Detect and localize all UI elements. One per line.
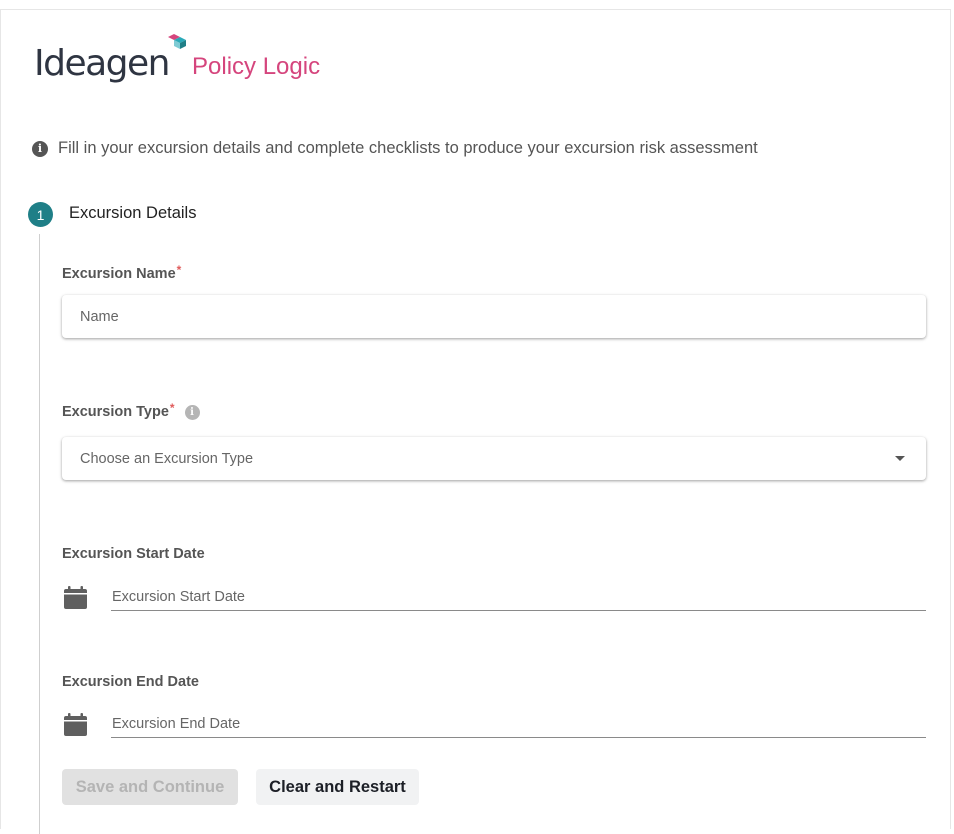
- required-marker: *: [169, 401, 175, 415]
- end-date-input[interactable]: [111, 716, 926, 732]
- excursion-type-label-text: Excursion Type: [62, 404, 169, 420]
- excursion-name-label: Excursion Name *: [62, 263, 182, 282]
- calendar-icon[interactable]: [64, 586, 87, 609]
- stepper-connector: [39, 234, 40, 834]
- excursion-name-field[interactable]: [62, 295, 926, 338]
- intro-message: i Fill in your excursion details and com…: [32, 139, 758, 158]
- excursion-type-select[interactable]: Choose an Excursion Type: [62, 437, 926, 480]
- end-date-label-text: Excursion End Date: [62, 674, 199, 690]
- start-date-label: Excursion Start Date: [62, 546, 205, 562]
- info-circle-icon: i: [32, 140, 48, 157]
- clear-and-restart-button[interactable]: Clear and Restart: [256, 769, 419, 805]
- excursion-name-label-text: Excursion Name: [62, 266, 176, 282]
- save-and-continue-button[interactable]: Save and Continue: [62, 769, 238, 805]
- end-date-field[interactable]: [111, 711, 926, 738]
- caret-down-icon[interactable]: [895, 456, 905, 461]
- step-number-badge: 1: [28, 202, 53, 227]
- start-date-input[interactable]: [111, 589, 926, 605]
- company-name: Ideagen: [34, 43, 171, 84]
- start-date-field[interactable]: [111, 584, 926, 611]
- intro-text: Fill in your excursion details and compl…: [58, 139, 758, 157]
- end-date-label: Excursion End Date: [62, 674, 199, 690]
- required-marker: *: [176, 263, 182, 277]
- excursion-type-label: Excursion Type * i: [62, 401, 200, 420]
- logo-mark-icon: [168, 34, 186, 49]
- info-circle-icon[interactable]: i: [184, 404, 200, 420]
- excursion-name-input[interactable]: [80, 308, 926, 325]
- excursion-type-placeholder: Choose an Excursion Type: [80, 450, 254, 467]
- logo: Ideagen Policy Logic: [34, 34, 320, 84]
- start-date-label-text: Excursion Start Date: [62, 546, 205, 562]
- calendar-icon[interactable]: [64, 713, 87, 736]
- step-title: Excursion Details: [69, 204, 197, 222]
- product-name: Policy Logic: [192, 53, 321, 80]
